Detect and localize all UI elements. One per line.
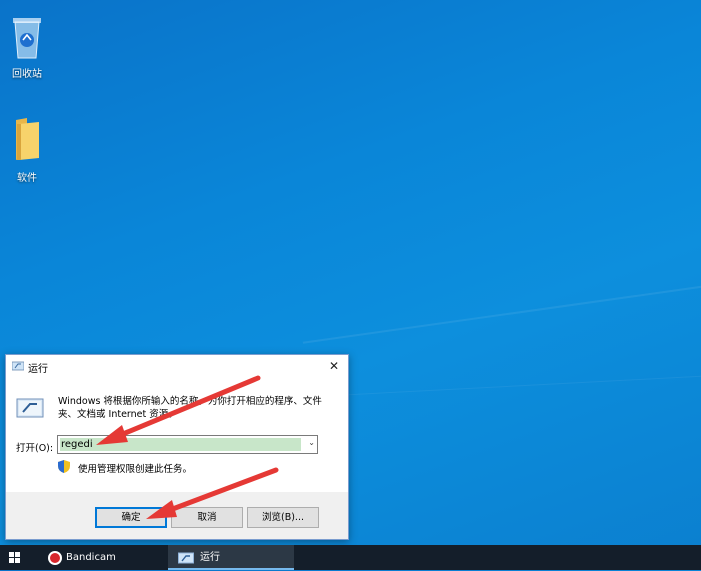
- run-icon: [12, 361, 24, 371]
- dialog-titlebar[interactable]: 运行 ✕: [6, 355, 348, 379]
- recycle-bin-icon: [13, 18, 41, 59]
- open-input-value[interactable]: regedi: [60, 438, 301, 451]
- desktop-icon-label: 软件: [17, 173, 37, 184]
- uac-shield-icon: [58, 460, 70, 473]
- taskbar-item-run[interactable]: 运行: [168, 545, 294, 570]
- run-program-icon: [16, 398, 44, 418]
- desktop-icon-software-folder[interactable]: 软件: [0, 116, 54, 184]
- ok-button[interactable]: 确定: [95, 507, 167, 528]
- dialog-description: Windows 将根据你所输入的名称，为你打开相应的程序、文件夹、文档或 Int…: [58, 396, 322, 420]
- run-icon: [178, 552, 194, 563]
- close-button[interactable]: ✕: [320, 355, 348, 377]
- browse-button[interactable]: 浏览(B)...: [247, 507, 319, 528]
- dialog-footer: 确定 取消 浏览(B)...: [6, 492, 348, 539]
- windows-start-icon[interactable]: [0, 545, 30, 570]
- bandicam-icon: [48, 550, 62, 565]
- run-dialog: 运行 ✕ Windows 将根据你所输入的名称，为你打开相应的程序、文件夹、文档…: [5, 354, 349, 540]
- taskbar-item-bandicam[interactable]: Bandicam: [44, 545, 154, 570]
- taskbar-item-label: 运行: [200, 552, 220, 563]
- open-input[interactable]: regedi ⌄: [57, 435, 318, 454]
- desktop-icon-label: 回收站: [12, 69, 42, 80]
- folder-icon: [16, 118, 39, 160]
- open-label: 打开(O):: [16, 443, 54, 454]
- cancel-button[interactable]: 取消: [171, 507, 243, 528]
- chevron-down-icon[interactable]: ⌄: [308, 438, 315, 447]
- taskbar: Bandicam 运行: [0, 545, 701, 570]
- taskbar-item-label: Bandicam: [66, 552, 116, 563]
- dialog-title: 运行: [28, 364, 48, 375]
- admin-note: 使用管理权限创建此任务。: [78, 464, 193, 475]
- desktop-icon-recycle-bin[interactable]: 回收站: [0, 12, 54, 80]
